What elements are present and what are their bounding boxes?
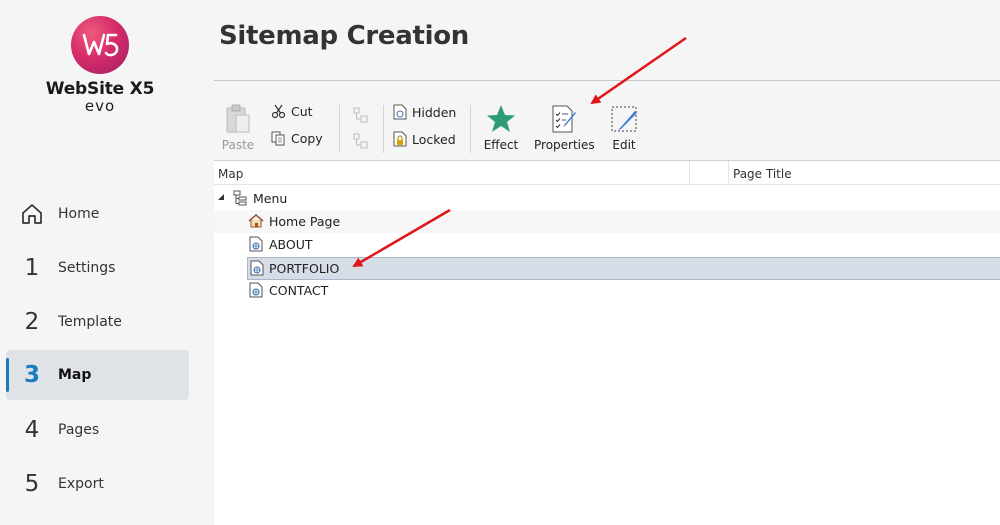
locked-page-icon xyxy=(393,131,407,147)
properties-button[interactable]: Properties xyxy=(534,103,595,152)
cut-button[interactable]: Cut xyxy=(271,104,313,119)
toolbar-separator xyxy=(383,105,384,153)
nav-settings-label: Settings xyxy=(58,260,116,276)
sidebar: WebSite X5 evo Home 1 Settings 2 Templat… xyxy=(0,0,214,525)
paste-label: Paste xyxy=(221,138,255,152)
effect-label: Effect xyxy=(483,138,519,152)
nav-export-label: Export xyxy=(58,476,104,492)
hidden-label: Hidden xyxy=(412,104,457,120)
web-page-icon xyxy=(250,260,264,276)
locked-button[interactable]: Locked xyxy=(393,131,456,147)
nav-step-number: 2 xyxy=(24,309,40,335)
star-icon xyxy=(487,105,515,132)
nav-step-number: 5 xyxy=(24,471,40,497)
cut-label: Cut xyxy=(291,104,313,119)
copy-icon xyxy=(271,131,285,146)
edit-label: Edit xyxy=(612,138,636,152)
page-title: Sitemap Creation xyxy=(219,21,469,51)
locked-label: Locked xyxy=(412,131,456,147)
indent-icon[interactable] xyxy=(353,107,369,123)
page-label: ABOUT xyxy=(269,237,313,252)
home-icon xyxy=(22,204,42,224)
web-page-icon xyxy=(249,236,263,252)
nav-map-label: Map xyxy=(58,367,92,383)
page-label: PORTFOLIO xyxy=(269,261,340,276)
edit-button[interactable]: Edit xyxy=(607,103,641,152)
outdent-icon[interactable] xyxy=(353,133,369,149)
edit-icon xyxy=(611,106,637,132)
app-edition: evo xyxy=(84,97,116,115)
toolbar-separator xyxy=(339,105,340,153)
column-header-page-title[interactable]: Page Title xyxy=(733,167,792,181)
properties-label: Properties xyxy=(534,138,595,152)
nav-home-label: Home xyxy=(58,206,100,222)
tree-row-contact[interactable]: CONTACT xyxy=(214,279,1000,302)
paste-icon xyxy=(226,104,250,133)
main-panel: Sitemap Creation Paste Cut Copy Hidden L… xyxy=(214,0,1000,525)
web-page-icon xyxy=(249,282,263,298)
toolbar-separator xyxy=(470,105,471,153)
tree-row-about[interactable]: ABOUT xyxy=(214,233,1000,256)
nav-template[interactable]: 2 Template xyxy=(6,297,189,347)
nav-step-number: 4 xyxy=(24,417,40,443)
nav-home[interactable]: Home xyxy=(6,189,189,239)
column-divider[interactable] xyxy=(689,161,690,185)
nav-step-number: 1 xyxy=(24,255,40,281)
nav-template-label: Template xyxy=(58,314,122,330)
collapse-arrow-icon[interactable] xyxy=(217,193,225,201)
page-label: Home Page xyxy=(269,214,341,229)
paste-button[interactable]: Paste xyxy=(220,103,256,152)
page-label: CONTACT xyxy=(269,283,329,298)
menu-label: Menu xyxy=(253,191,288,206)
nav-pages-label: Pages xyxy=(58,422,100,438)
house-icon xyxy=(248,214,264,228)
effect-button[interactable]: Effect xyxy=(479,103,523,152)
title-area: Sitemap Creation xyxy=(214,0,1000,80)
properties-icon xyxy=(552,105,576,133)
scissors-icon xyxy=(271,104,286,119)
website-x5-logo xyxy=(71,16,129,74)
nav-export[interactable]: 5 Export xyxy=(6,459,189,509)
sitemap-tree: Map Page Title Menu Home Page ABOUT PORT… xyxy=(214,161,1000,525)
tree-row-portfolio[interactable]: PORTFOLIO xyxy=(247,257,1000,280)
column-divider[interactable] xyxy=(728,161,729,185)
nav-pages[interactable]: 4 Pages xyxy=(6,405,189,455)
nav-map[interactable]: 3 Map xyxy=(6,350,189,400)
menu-tree-icon xyxy=(233,190,247,206)
w5-logo-icon xyxy=(82,33,119,57)
nav-settings[interactable]: 1 Settings xyxy=(6,243,189,293)
hidden-page-icon xyxy=(393,104,407,120)
column-header-map[interactable]: Map xyxy=(218,167,243,181)
app-name: WebSite X5 xyxy=(45,79,155,99)
tree-header: Map Page Title xyxy=(214,161,1000,185)
copy-button[interactable]: Copy xyxy=(271,131,323,146)
toolbar: Paste Cut Copy Hidden Locked Effect Prop… xyxy=(214,80,1000,161)
tree-row-home-page[interactable]: Home Page xyxy=(214,210,1000,233)
hidden-button[interactable]: Hidden xyxy=(393,104,456,120)
nav-step-number: 3 xyxy=(23,362,40,388)
copy-label: Copy xyxy=(291,131,323,146)
tree-row-menu[interactable]: Menu xyxy=(214,187,1000,210)
